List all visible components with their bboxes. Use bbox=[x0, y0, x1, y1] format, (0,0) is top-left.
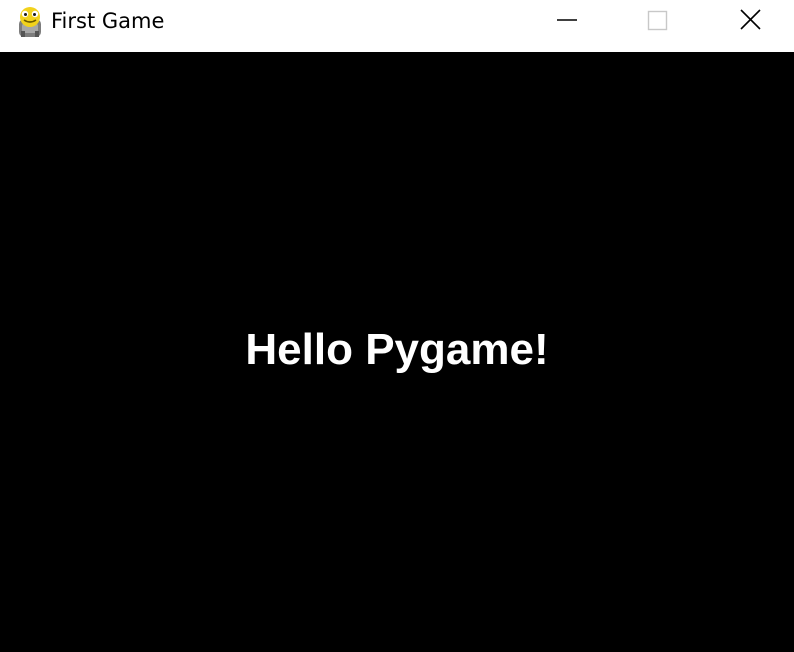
game-window: First Game Hello Pygame! bbox=[0, 0, 794, 652]
maximize-icon[interactable] bbox=[611, 0, 703, 40]
game-canvas[interactable]: Hello Pygame! bbox=[0, 52, 794, 652]
pygame-snake-icon bbox=[19, 7, 41, 37]
minimize-icon[interactable] bbox=[521, 0, 613, 40]
hello-message: Hello Pygame! bbox=[245, 325, 549, 374]
window-title: First Game bbox=[51, 9, 165, 33]
close-icon[interactable] bbox=[703, 0, 794, 40]
title-bar[interactable]: First Game bbox=[0, 0, 794, 52]
